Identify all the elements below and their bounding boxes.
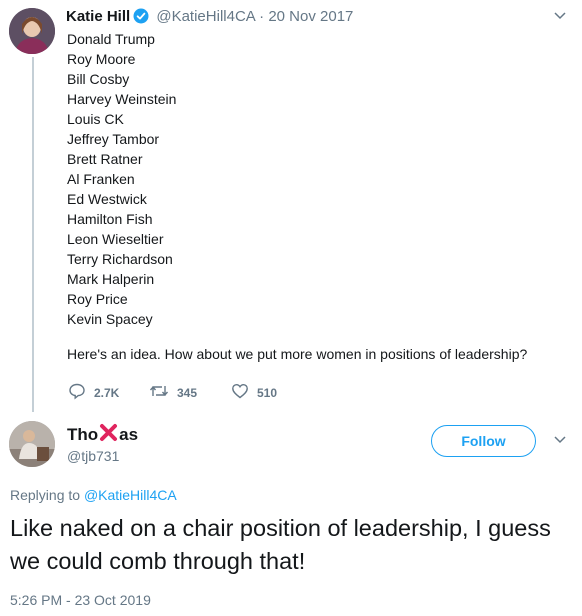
author-name-part2: as: [119, 425, 139, 444]
chevron-down-icon[interactable]: [553, 432, 567, 451]
list-item: Terry Richardson: [67, 251, 173, 267]
reply-icon: [68, 382, 94, 403]
list-item: Donald Trump: [67, 31, 155, 47]
reply-count: 2.7K: [94, 385, 120, 400]
list-item: Mark Halperin: [67, 271, 155, 287]
list-item: Kevin Spacey: [67, 311, 153, 327]
replying-to-link[interactable]: @KatieHill4CA: [84, 487, 177, 503]
list-item: Roy Moore: [67, 51, 136, 67]
avatar-katie-hill[interactable]: [9, 8, 55, 54]
tweet-header: Katie Hill @KatieHill4CA · 20 Nov 2017: [66, 8, 353, 28]
reply-author-handle[interactable]: @tjb731: [67, 448, 119, 464]
reply-author-name[interactable]: Tho as: [67, 423, 138, 447]
list-item: Harvey Weinstein: [67, 91, 177, 107]
list-item: Roy Price: [67, 291, 128, 307]
list-item: Ed Westwick: [67, 191, 147, 207]
list-item: Jeffrey Tambor: [67, 131, 160, 147]
author-handle[interactable]: @KatieHill4CA: [156, 8, 255, 25]
tweet-timestamp[interactable]: 5:26 PM - 23 Oct 2019: [10, 592, 151, 608]
tweet-date[interactable]: 20 Nov 2017: [268, 8, 353, 25]
retweet-count: 345: [177, 385, 198, 400]
replying-to-line: Replying to @KatieHill4CA: [10, 487, 177, 503]
retweet-icon: [149, 382, 177, 403]
list-item: Leon Wieseltier: [67, 231, 164, 247]
chevron-down-icon[interactable]: [553, 8, 567, 27]
retweet-button[interactable]: 345: [149, 382, 197, 403]
author-name-part1: Tho: [67, 425, 99, 444]
author-name[interactable]: Katie Hill: [66, 8, 130, 25]
thread-connector-line: [32, 57, 34, 412]
reply-tweet-text: Like naked on a chair position of leader…: [10, 515, 551, 574]
list-item: Bill Cosby: [67, 71, 130, 87]
red-x-emoji-icon: [99, 423, 118, 447]
reply-button[interactable]: 2.7K: [68, 382, 119, 403]
tweet-text: Here's an idea. How about we put more wo…: [67, 346, 528, 362]
like-button[interactable]: 510: [231, 382, 277, 403]
verified-badge-icon: [133, 8, 149, 28]
follow-button[interactable]: Follow: [431, 425, 536, 457]
replying-prefix: Replying to: [10, 487, 81, 503]
avatar-thomas[interactable]: [9, 421, 55, 467]
separator-dot: ·: [259, 8, 265, 25]
list-item: Hamilton Fish: [67, 211, 153, 227]
heart-icon: [231, 382, 257, 403]
like-count: 510: [257, 385, 278, 400]
list-item: Brett Ratner: [67, 151, 143, 167]
list-item: Al Franken: [67, 171, 135, 187]
names-list: Donald Trump Roy Moore Bill Cosby Harvey…: [67, 29, 176, 329]
list-item: Louis CK: [67, 111, 124, 127]
